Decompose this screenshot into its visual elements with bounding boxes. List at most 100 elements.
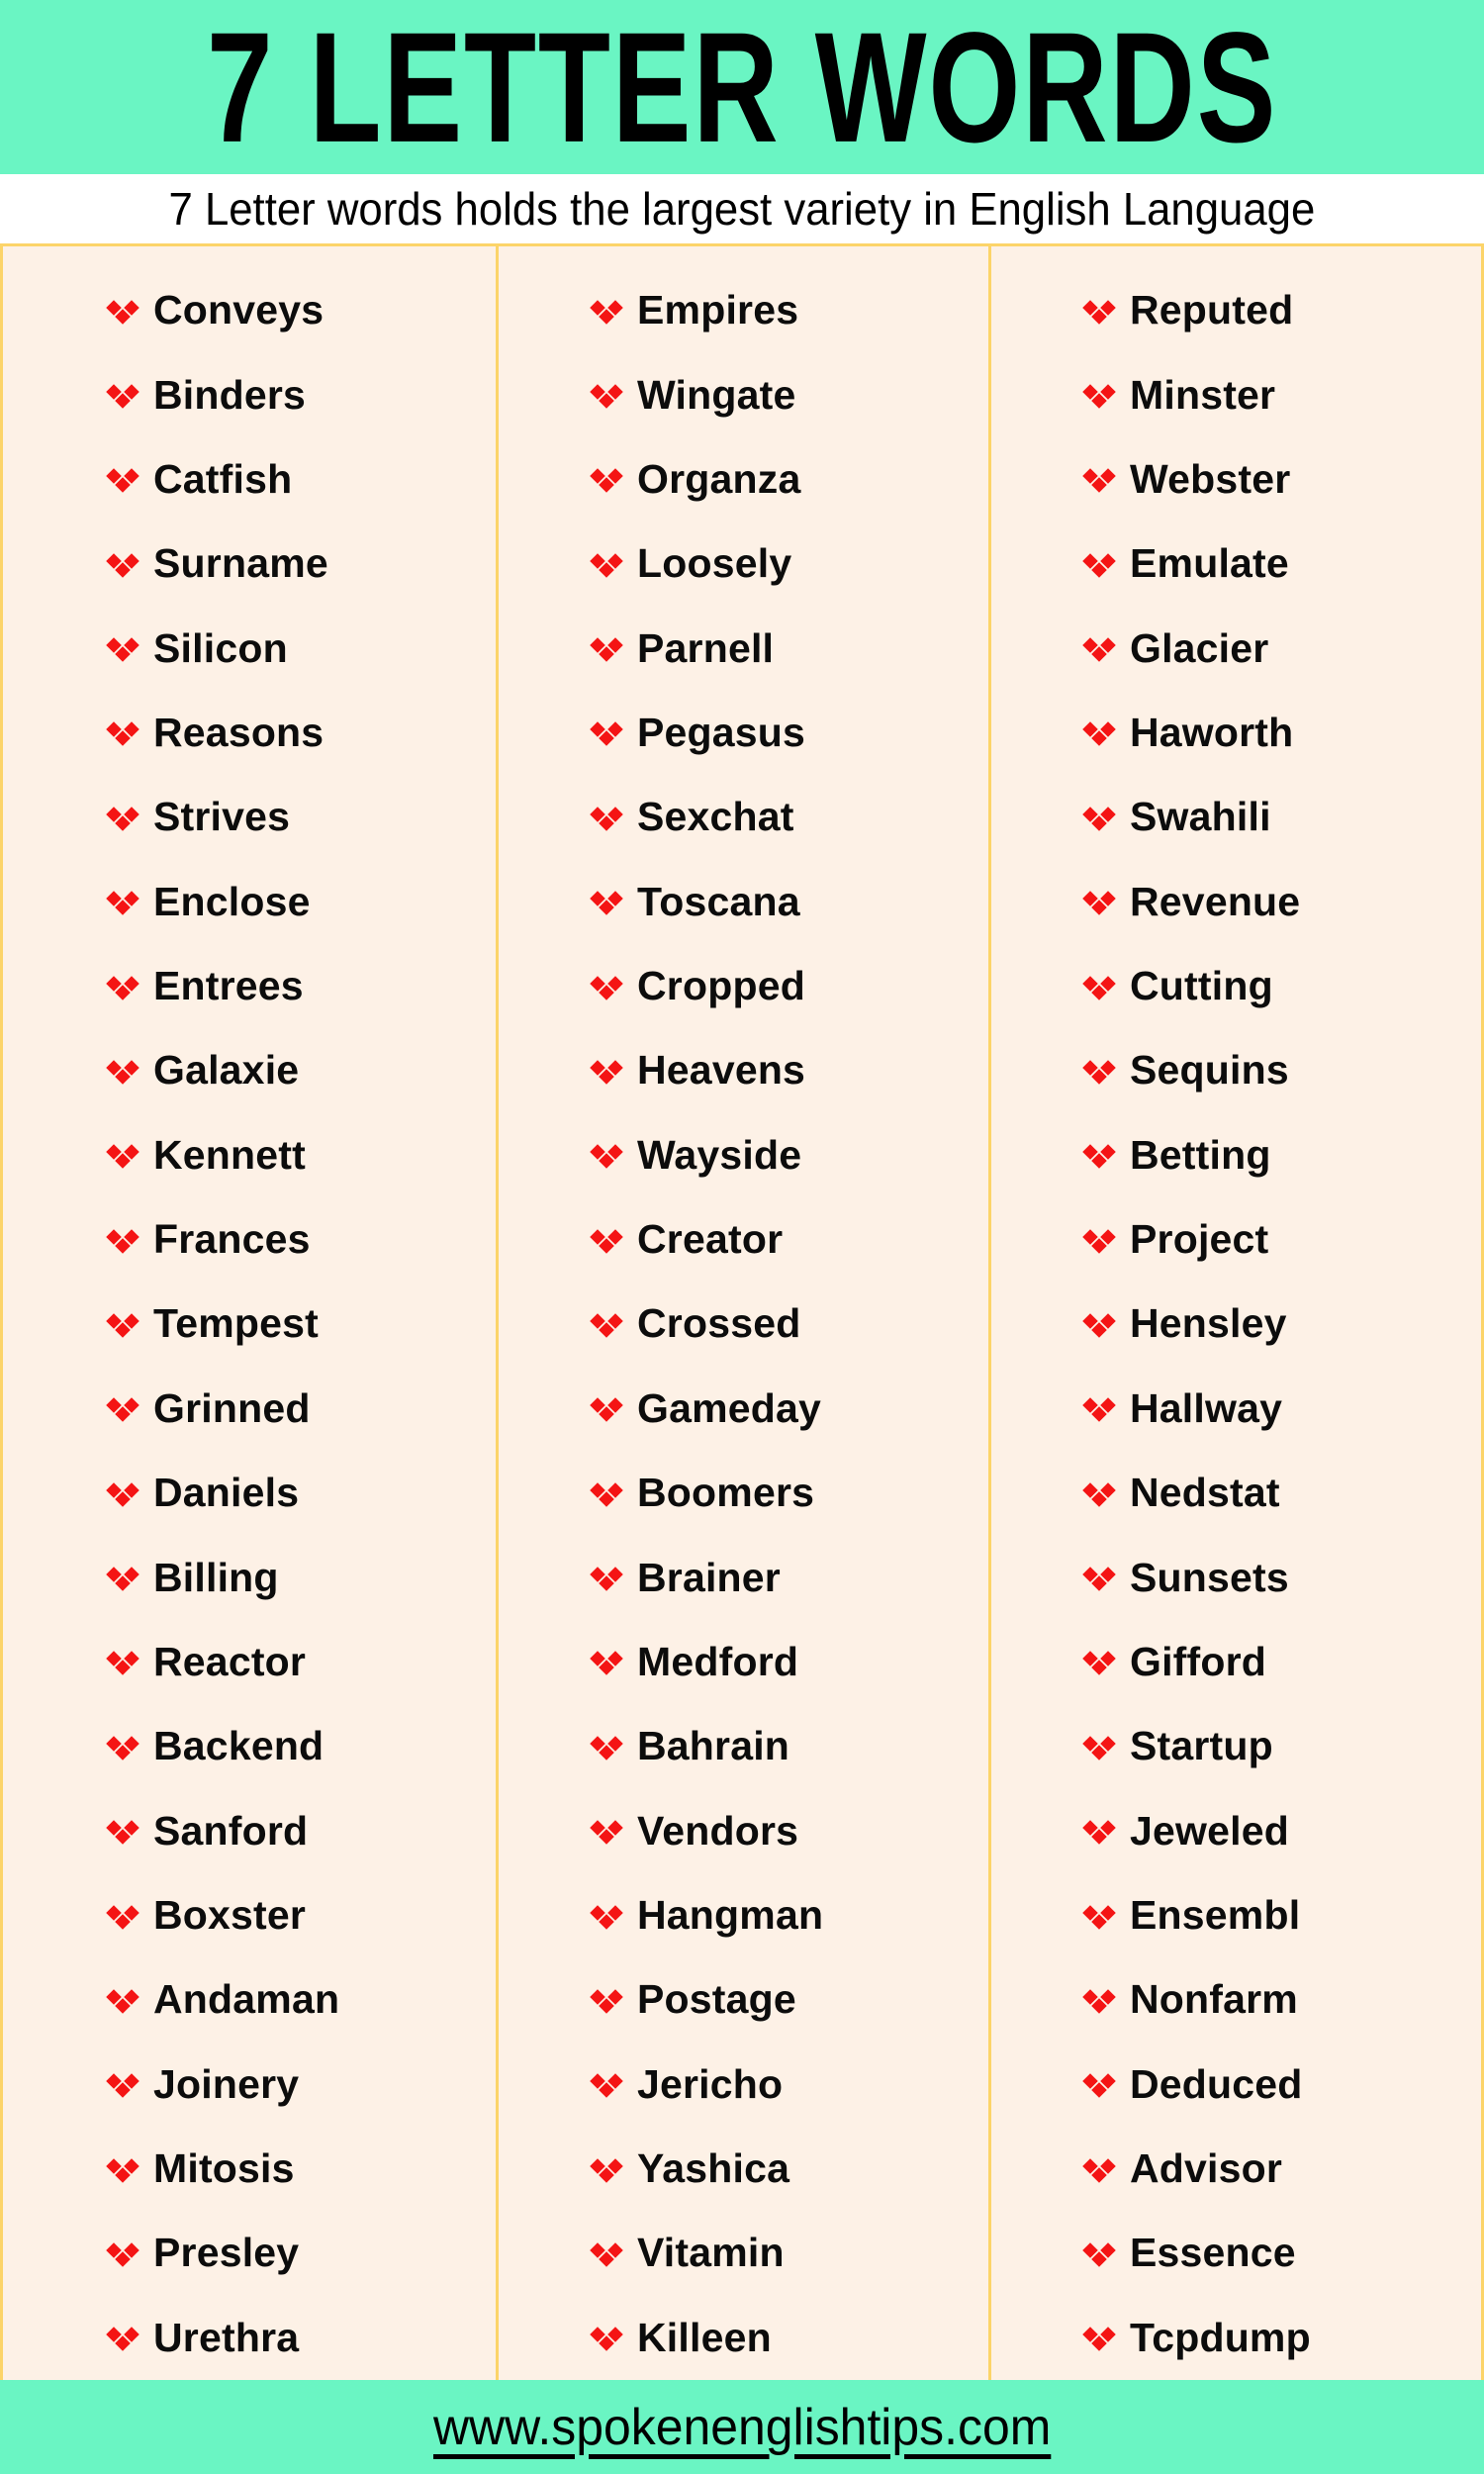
word-label: Nonfarm: [1130, 1976, 1298, 2023]
word-label: Strives: [153, 794, 291, 840]
diamond-bullet-icon: [590, 1139, 623, 1173]
word-list-item: Parnell: [499, 606, 988, 690]
word-label: Joinery: [153, 2060, 300, 2107]
word-list-item: Tcpdump: [991, 2296, 1481, 2380]
word-list-item: Billing: [3, 1535, 496, 1619]
header-band: 7 LETTER WORDS: [0, 0, 1484, 174]
word-label: Entrees: [153, 963, 304, 1009]
diamond-bullet-icon: [106, 802, 139, 835]
word-label: Kennett: [153, 1131, 307, 1178]
word-label: Andaman: [153, 1976, 340, 2023]
word-list-item: Betting: [991, 1113, 1481, 1197]
word-label: Tcpdump: [1130, 2314, 1311, 2360]
diamond-bullet-icon: [106, 1308, 139, 1342]
word-list-item: Boomers: [499, 1451, 988, 1535]
diamond-bullet-icon: [106, 1562, 139, 1595]
word-list-item: Daniels: [3, 1451, 496, 1535]
word-label: Enclose: [153, 878, 311, 924]
word-list-item: Jeweled: [991, 1788, 1481, 1872]
word-list-item: Tempest: [3, 1282, 496, 1366]
word-label: Grinned: [153, 1384, 311, 1431]
word-list-item: Enclose: [3, 860, 496, 944]
word-label: Emulate: [1130, 540, 1289, 587]
word-label: Bahrain: [637, 1723, 790, 1769]
word-label: Sequins: [1130, 1047, 1289, 1094]
diamond-bullet-icon: [590, 2153, 623, 2187]
word-label: Sexchat: [637, 794, 794, 840]
word-label: Surname: [153, 540, 328, 587]
word-label: Frances: [153, 1216, 311, 1263]
subtitle-band: 7 Letter words holds the largest variety…: [0, 174, 1484, 243]
word-column-2: Empires Wingate Organza Loosely Parnell Pegas…: [496, 246, 988, 2380]
word-label: Reasons: [153, 709, 325, 755]
diamond-bullet-icon: [590, 548, 623, 582]
word-list-item: Mitosis: [3, 2127, 496, 2211]
page-subtitle: 7 Letter words holds the largest variety…: [168, 183, 1316, 235]
diamond-bullet-icon: [1082, 548, 1116, 582]
word-list-item: Pegasus: [499, 691, 988, 775]
footer-band: www.spokenenglishtips.com: [0, 2380, 1484, 2474]
diamond-bullet-icon: [590, 802, 623, 835]
diamond-bullet-icon: [590, 886, 623, 919]
word-list-item: Frances: [3, 1197, 496, 1282]
word-label: Wayside: [637, 1131, 802, 1178]
word-list-item: Emulate: [991, 522, 1481, 606]
infographic-page: 7 LETTER WORDS 7 Letter words holds the …: [0, 0, 1484, 2474]
diamond-bullet-icon: [1082, 463, 1116, 497]
word-list-item: Sanford: [3, 1788, 496, 1872]
page-title: 7 LETTER WORDS: [206, 0, 1278, 176]
diamond-bullet-icon: [590, 971, 623, 1004]
diamond-bullet-icon: [1082, 2153, 1116, 2187]
diamond-bullet-icon: [106, 295, 139, 329]
word-list-item: Joinery: [3, 2043, 496, 2127]
word-label: Betting: [1130, 1131, 1271, 1178]
diamond-bullet-icon: [106, 2068, 139, 2102]
word-label: Binders: [153, 371, 307, 418]
word-label: Reactor: [153, 1638, 307, 1684]
word-list-item: Heavens: [499, 1028, 988, 1112]
word-label: Mitosis: [153, 2145, 295, 2192]
diamond-bullet-icon: [590, 1731, 623, 1764]
word-label: Daniels: [153, 1470, 300, 1516]
diamond-bullet-icon: [106, 886, 139, 919]
word-list-item: Backend: [3, 1704, 496, 1788]
diamond-bullet-icon: [590, 632, 623, 666]
word-list-item: Ensembl: [991, 1873, 1481, 1957]
diamond-bullet-icon: [590, 2237, 623, 2271]
word-label: Medford: [637, 1638, 799, 1684]
word-list-item: Swahili: [991, 775, 1481, 859]
diamond-bullet-icon: [106, 1815, 139, 1849]
word-list-item: Kennett: [3, 1113, 496, 1197]
diamond-bullet-icon: [106, 632, 139, 666]
word-list-item: Strives: [3, 775, 496, 859]
word-list-item: Silicon: [3, 606, 496, 690]
word-label: Advisor: [1130, 2145, 1283, 2192]
word-list-item: Reactor: [3, 1620, 496, 1704]
word-list-item: Sexchat: [499, 775, 988, 859]
word-label: Revenue: [1130, 878, 1301, 924]
diamond-bullet-icon: [590, 1900, 623, 1934]
word-list-item: Toscana: [499, 860, 988, 944]
word-label: Brainer: [637, 1554, 781, 1600]
website-url-link[interactable]: www.spokenenglishtips.com: [433, 2402, 1051, 2453]
word-list-item: Project: [991, 1197, 1481, 1282]
word-list-item: Wingate: [499, 352, 988, 436]
diamond-bullet-icon: [590, 463, 623, 497]
word-list-item: Andaman: [3, 1957, 496, 2042]
diamond-bullet-icon: [1082, 1308, 1116, 1342]
diamond-bullet-icon: [1082, 379, 1116, 413]
diamond-bullet-icon: [106, 1731, 139, 1764]
word-label: Jeweled: [1130, 1807, 1289, 1854]
word-label: Hallway: [1130, 1384, 1283, 1431]
diamond-bullet-icon: [106, 463, 139, 497]
word-label: Postage: [637, 1976, 796, 2023]
diamond-bullet-icon: [1082, 1900, 1116, 1934]
word-list-item: Vitamin: [499, 2211, 988, 2295]
diamond-bullet-icon: [106, 1139, 139, 1173]
diamond-bullet-icon: [1082, 2068, 1116, 2102]
word-label: Vitamin: [637, 2230, 785, 2276]
word-list-item: Conveys: [3, 268, 496, 352]
word-list-item: Advisor: [991, 2127, 1481, 2211]
word-list-item: Cutting: [991, 944, 1481, 1028]
word-label: Startup: [1130, 1723, 1273, 1769]
